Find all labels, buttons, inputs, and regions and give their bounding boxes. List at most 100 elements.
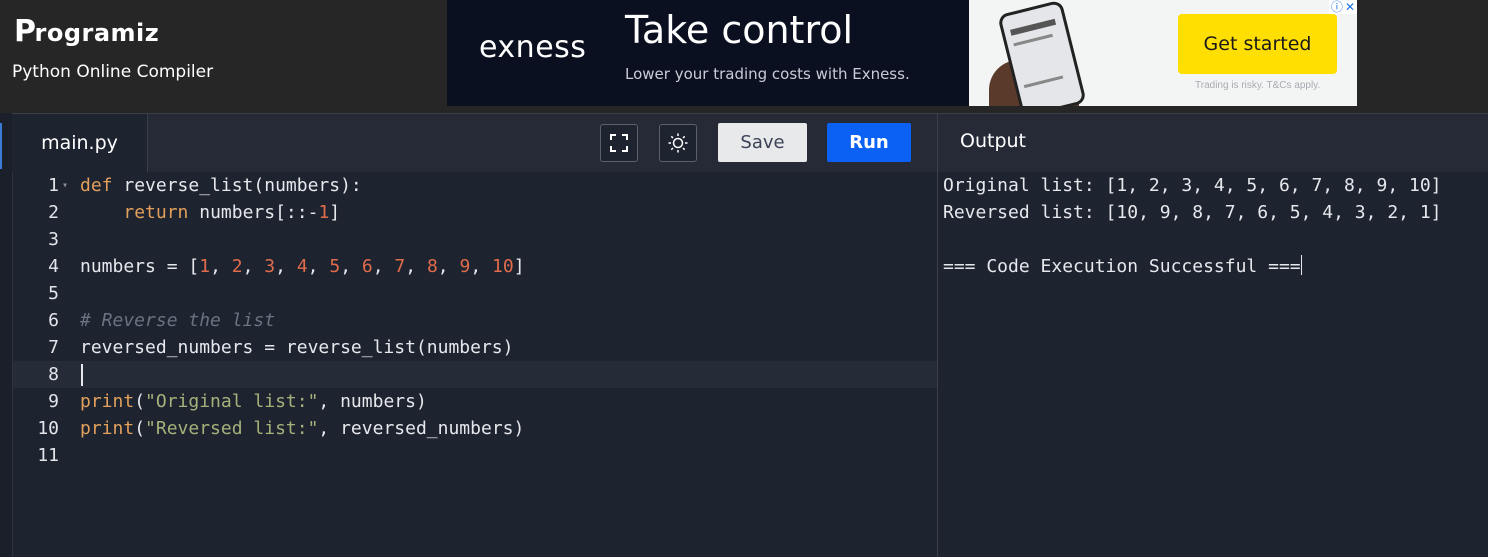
code-token: 4: [296, 256, 308, 277]
line-number: 7: [48, 337, 59, 358]
code-line[interactable]: 5: [13, 280, 937, 307]
code-token: ,: [307, 256, 330, 277]
advertisement-banner[interactable]: exness Take control Lower your trading c…: [447, 0, 1357, 106]
code-token: ,: [275, 256, 297, 277]
code-text: return numbers[::-1]: [80, 199, 340, 226]
code-token: ,: [470, 256, 492, 277]
theme-toggle-icon: [668, 133, 688, 153]
line-number: 10: [37, 418, 59, 439]
code-token: 7: [394, 256, 406, 277]
code-line[interactable]: 8: [13, 361, 937, 388]
code-token: print: [80, 391, 135, 412]
code-text: numbers = [1, 2, 3, 4, 5, 6, 7, 8, 9, 10…: [80, 253, 525, 280]
line-number: 1: [48, 175, 59, 196]
fullscreen-button[interactable]: [600, 124, 638, 162]
code-text: # Reverse the list: [80, 307, 275, 334]
code-token: "Original list:": [145, 391, 319, 412]
line-number: 2: [48, 202, 59, 223]
code-token: ,: [372, 256, 395, 277]
code-token: 1: [199, 256, 211, 277]
code-token: reversed_numbers = reverse_list(numbers): [80, 337, 514, 358]
ad-headline: Take control: [625, 8, 854, 52]
output-text: === Code Execution Successful ===: [943, 256, 1301, 277]
output-panel: Original list: [1, 2, 3, 4, 5, 6, 7, 8, …: [937, 172, 1488, 557]
code-token: ]: [329, 202, 341, 223]
code-line[interactable]: 10 print("Reversed list:", reversed_numbe…: [13, 415, 937, 442]
close-icon[interactable]: ✕: [1345, 0, 1355, 14]
code-token: 10: [492, 256, 514, 277]
code-text: print("Reversed list:", reversed_numbers…: [80, 415, 524, 442]
get-started-button[interactable]: Get started: [1178, 14, 1337, 74]
fullscreen-icon: [610, 134, 628, 152]
page-subtitle: Python Online Compiler: [12, 62, 214, 82]
ad-disclaimer: Trading is risky. T&Cs apply.: [1195, 80, 1321, 91]
code-line[interactable]: 6 # Reverse the list: [13, 307, 937, 334]
logo-text: rogramiz: [34, 19, 160, 47]
ad-brand: exness: [479, 30, 587, 65]
code-line[interactable]: 4 numbers = [1, 2, 3, 4, 5, 6, 7, 8, 9, 1…: [13, 253, 937, 280]
code-token: 3: [264, 256, 276, 277]
active-indicator: [0, 123, 2, 169]
code-token: (: [134, 418, 146, 439]
code-token: numbers[::-: [188, 202, 319, 223]
code-token: (: [134, 391, 146, 412]
code-token: def: [80, 175, 113, 196]
code-text: print("Original list:", numbers): [80, 388, 427, 415]
line-number: 9: [48, 391, 59, 412]
ad-promo-panel: Get started Trading is risky. T&Cs apply…: [969, 0, 1357, 106]
code-token: , numbers): [318, 391, 427, 412]
output-line: === Code Execution Successful ===: [943, 253, 1302, 280]
code-line[interactable]: 9 print("Original list:", numbers): [13, 388, 937, 415]
code-token: reverse_list(numbers):: [112, 175, 362, 196]
save-button[interactable]: Save: [718, 123, 807, 162]
output-line: Reversed list: [10, 9, 8, 7, 6, 5, 4, 3,…: [943, 199, 1442, 226]
line-number: 8: [48, 364, 59, 385]
code-token: ,: [210, 256, 232, 277]
code-line[interactable]: 3: [13, 226, 937, 253]
programiz-logo[interactable]: Programiz: [14, 14, 159, 49]
line-number: 3: [48, 229, 59, 250]
output-cursor: [1300, 255, 1302, 275]
code-token: 6: [361, 256, 373, 277]
text-cursor: [81, 364, 83, 386]
code-token: 1: [318, 202, 330, 223]
code-token: 2: [231, 256, 243, 277]
logo-initial: P: [14, 14, 37, 49]
code-token: "Reversed list:": [145, 418, 319, 439]
code-token: return: [123, 202, 189, 223]
top-header: Programiz Python Online Compiler exness …: [0, 0, 1488, 113]
ad-choices[interactable]: ⓘ ✕: [1328, 0, 1357, 14]
code-token: 8: [426, 256, 438, 277]
theme-toggle-button[interactable]: [659, 124, 697, 162]
code-line[interactable]: 1 ▾ def reverse_list(numbers):: [13, 172, 937, 199]
code-text: reversed_numbers = reverse_list(numbers): [80, 334, 513, 361]
output-title: Output: [960, 130, 1026, 152]
code-token: ]: [513, 256, 525, 277]
fold-arrow-icon[interactable]: ▾: [62, 172, 68, 199]
output-text: Reversed list: [10, 9, 8, 7, 6, 5, 4, 3,…: [943, 202, 1442, 223]
code-line[interactable]: 7 reversed_numbers = reverse_list(numbers…: [13, 334, 937, 361]
code-token: # Reverse the list: [80, 310, 276, 331]
code-token: ,: [437, 256, 460, 277]
code-token: 5: [329, 256, 341, 277]
tab-main-py[interactable]: main.py: [12, 114, 148, 172]
output-header: Output: [937, 113, 1488, 172]
line-number: 11: [37, 445, 59, 466]
ad-tagline: Lower your trading costs with Exness.: [625, 65, 910, 83]
code-line[interactable]: 11: [13, 442, 937, 469]
output-text: Original list: [1, 2, 3, 4, 5, 6, 7, 8, …: [943, 175, 1442, 196]
code-text: def reverse_list(numbers):: [80, 172, 362, 199]
code-token: 9: [459, 256, 471, 277]
run-button[interactable]: Run: [827, 123, 911, 162]
code-token: print: [80, 418, 135, 439]
code-line[interactable]: 2 return numbers[::-1]: [13, 199, 937, 226]
line-number: 5: [48, 283, 59, 304]
code-token: ,: [340, 256, 362, 277]
code-editor[interactable]: 1 ▾ def reverse_list(numbers): 2 return num…: [13, 172, 937, 557]
output-line: Original list: [1, 2, 3, 4, 5, 6, 7, 8, …: [943, 172, 1442, 199]
line-number: 6: [48, 310, 59, 331]
info-icon[interactable]: ⓘ: [1331, 0, 1343, 14]
code-token: numbers = [: [80, 256, 200, 277]
code-token: ,: [242, 256, 265, 277]
